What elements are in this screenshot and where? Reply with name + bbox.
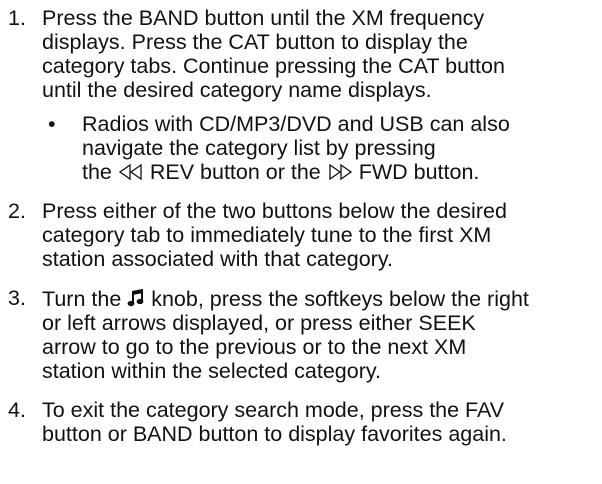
text-fragment: Turn the bbox=[42, 287, 128, 311]
step-text: Press the BAND button until the XM frequ… bbox=[42, 6, 594, 102]
bullet-marker: • bbox=[48, 112, 56, 136]
text-line: the REV button or the FWD button. bbox=[82, 160, 594, 184]
text-line: arrow to go to the previous or to the ne… bbox=[42, 335, 467, 359]
step-number: 1. bbox=[8, 6, 26, 30]
instruction-page: 1. Press the BAND button until the XM fr… bbox=[0, 0, 602, 484]
text-line: until the desired category name displays… bbox=[42, 78, 432, 102]
text-line: or left arrows displayed, or press eithe… bbox=[42, 311, 476, 335]
fast-forward-icon bbox=[327, 161, 353, 181]
text-fragment: knob, press the softkeys below the right bbox=[145, 287, 529, 311]
text-line: Turn the knob, press the softkeys below … bbox=[42, 286, 594, 311]
step-text: Press either of the two buttons below th… bbox=[42, 199, 594, 271]
step-3: 3. Turn the knob, press the softkeys bel… bbox=[0, 286, 594, 383]
rewind-icon bbox=[118, 161, 144, 181]
text-fragment: the bbox=[82, 160, 118, 184]
text-line: Radios with CD/MP3/DVD and USB can also bbox=[82, 112, 510, 136]
step-2: 2. Press either of the two buttons below… bbox=[0, 199, 594, 271]
step-4: 4. To exit the category search mode, pre… bbox=[0, 398, 594, 446]
step-number: 3. bbox=[8, 286, 26, 310]
text-line: Press the BAND button until the XM frequ… bbox=[42, 6, 485, 30]
text-line: category tabs. Continue pressing the CAT… bbox=[42, 54, 505, 78]
step-number: 2. bbox=[8, 199, 26, 223]
step-text: To exit the category search mode, press … bbox=[42, 398, 594, 446]
text-line: button or BAND button to display favorit… bbox=[42, 422, 507, 446]
text-fragment: REV button or the bbox=[143, 160, 327, 184]
text-line: displays. Press the CAT button to displa… bbox=[42, 30, 468, 54]
text-line: To exit the category search mode, press … bbox=[42, 398, 505, 422]
text-line: station associated with that category. bbox=[42, 247, 393, 271]
step-1: 1. Press the BAND button until the XM fr… bbox=[0, 6, 594, 102]
text-line: navigate the category list by pressing bbox=[82, 136, 436, 160]
music-note-icon bbox=[127, 286, 145, 307]
bullet-item: • Radios with CD/MP3/DVD and USB can als… bbox=[0, 112, 594, 184]
text-line: station within the selected category. bbox=[42, 359, 382, 383]
text-line: category tab to immediately tune to the … bbox=[42, 223, 492, 247]
text-line: Press either of the two buttons below th… bbox=[42, 199, 507, 223]
step-number: 4. bbox=[8, 398, 26, 422]
step-text: Turn the knob, press the softkeys below … bbox=[42, 286, 594, 383]
text-fragment: FWD button. bbox=[352, 160, 480, 184]
